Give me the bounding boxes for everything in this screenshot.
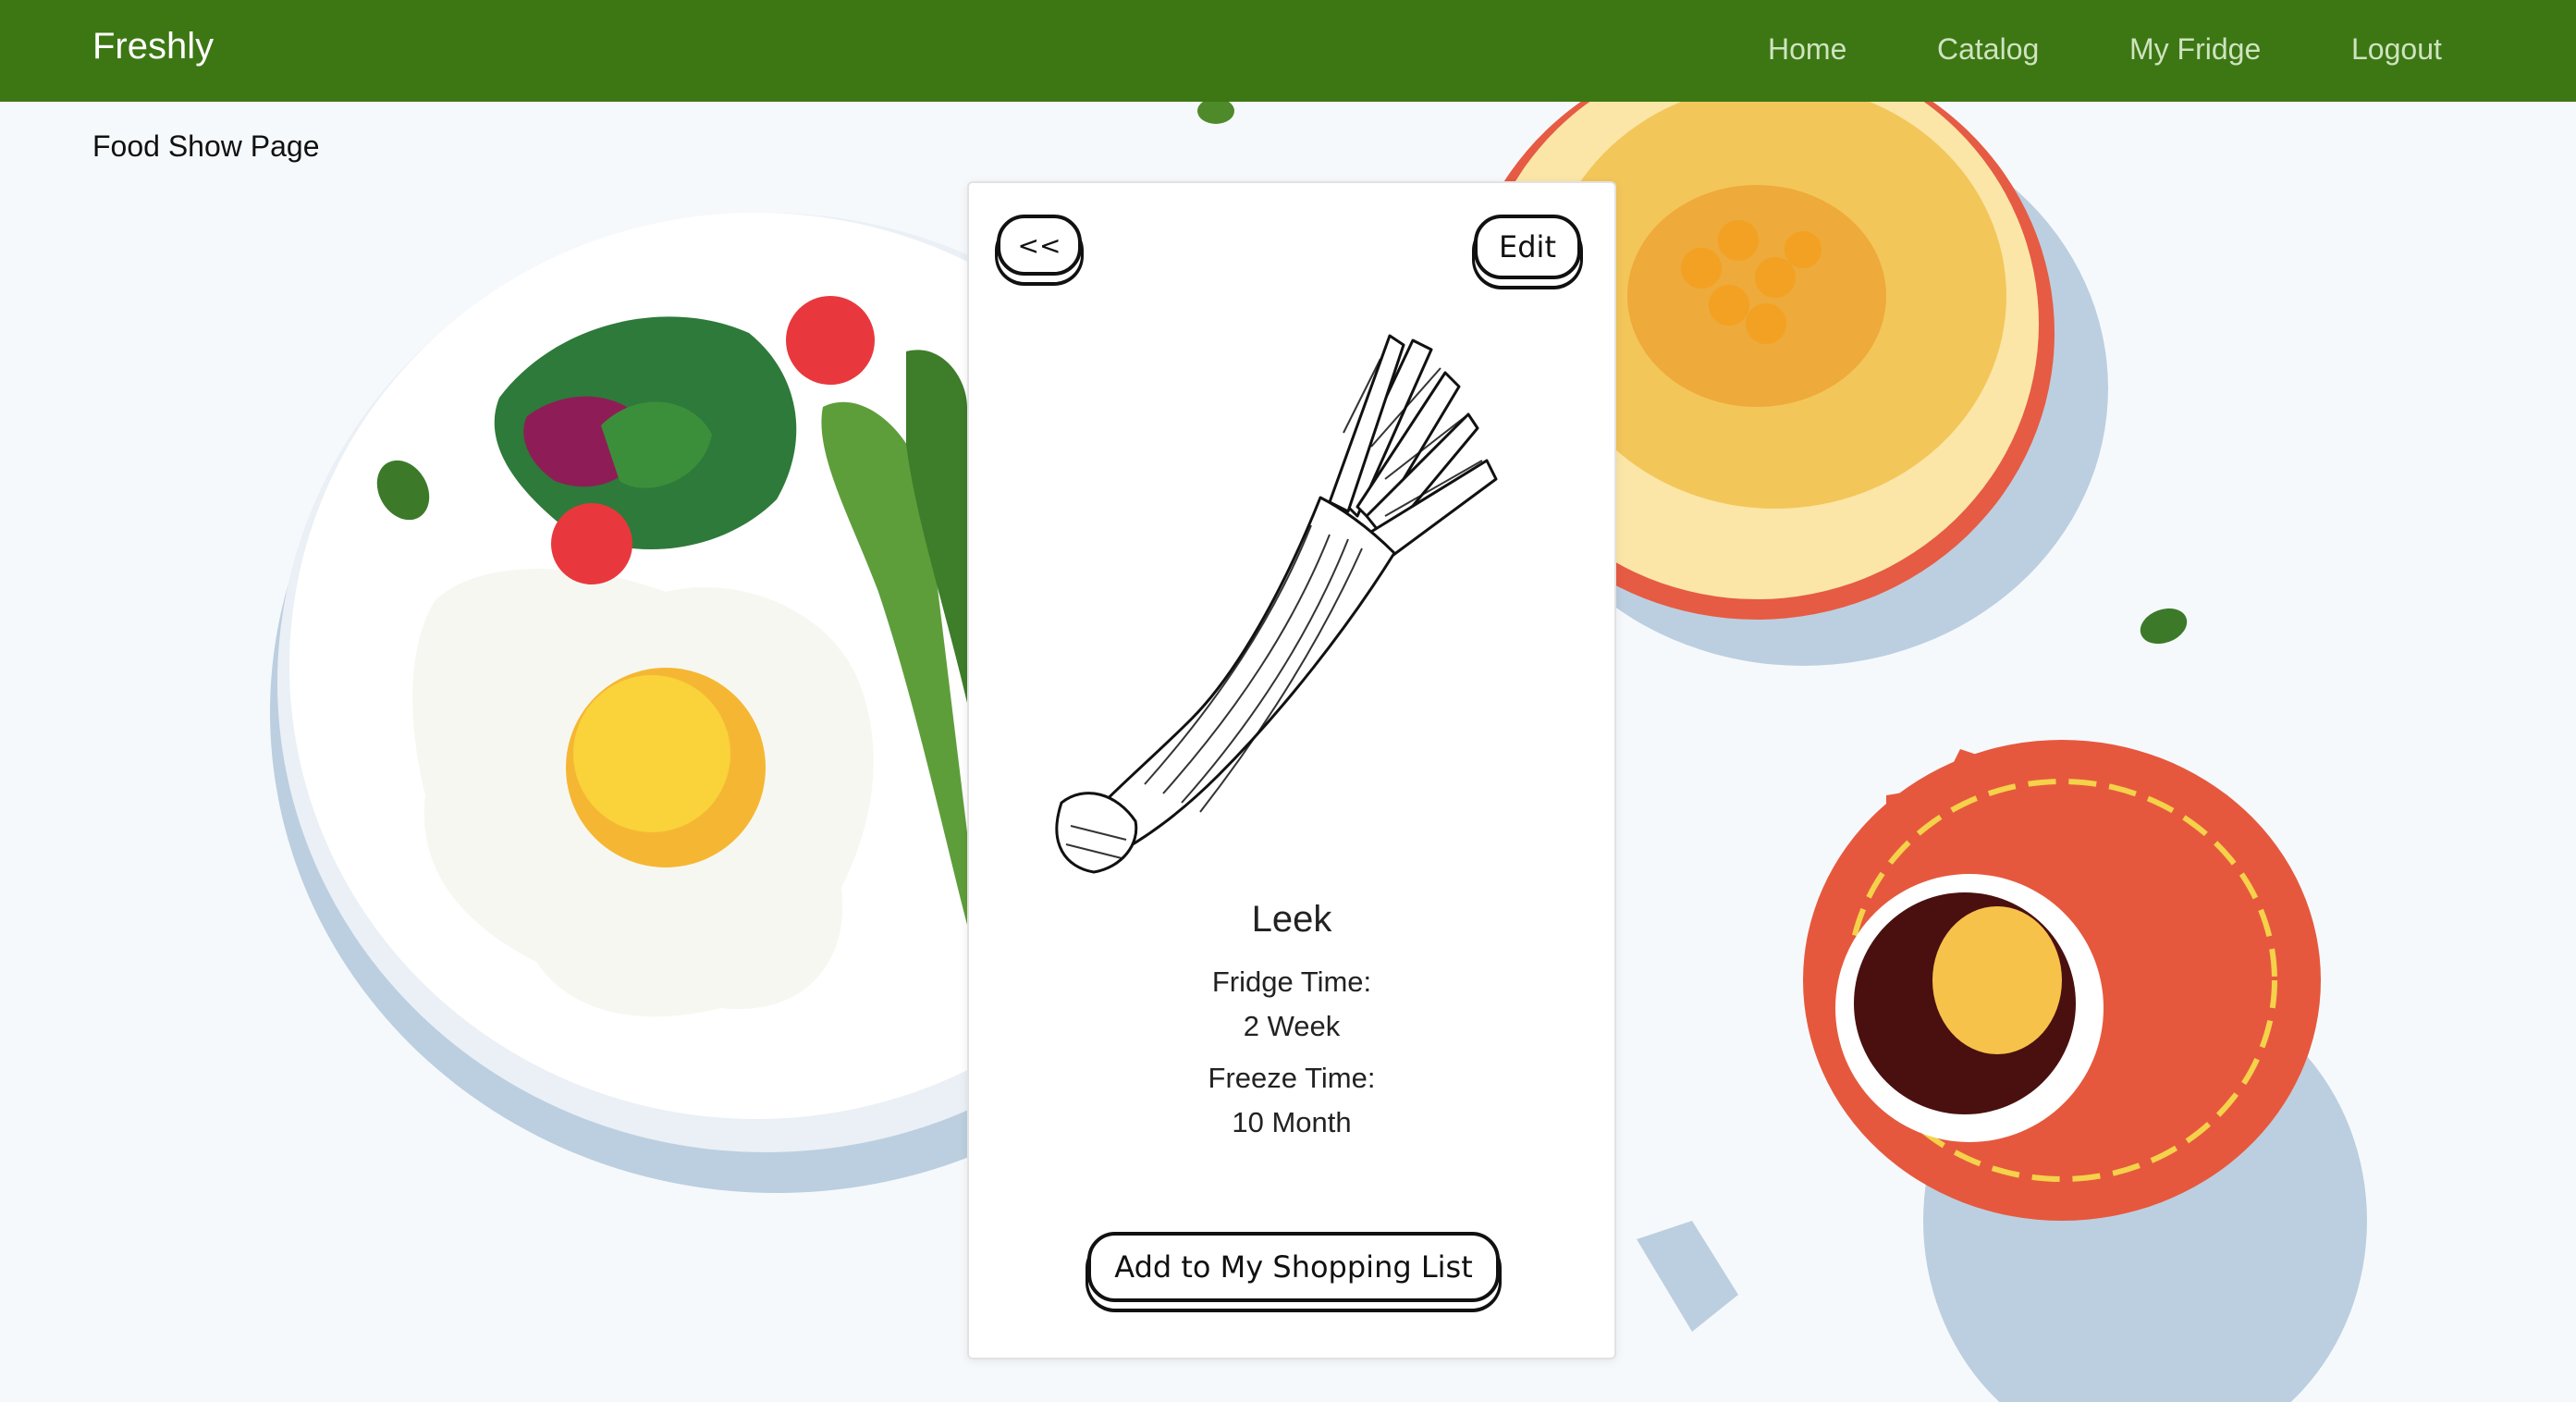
fridge-time-value: 2 Week xyxy=(1243,1010,1341,1042)
nav-home-link[interactable]: Home xyxy=(1768,32,1846,67)
fridge-time-label: Fridge Time: xyxy=(1211,965,1372,998)
navbar: Freshly Home Catalog My Fridge Logout xyxy=(0,0,2576,102)
nav-logout-link[interactable]: Logout xyxy=(2351,32,2442,67)
nav-my-fridge-link[interactable]: My Fridge xyxy=(2129,32,2261,67)
nav-catalog-link[interactable]: Catalog xyxy=(1937,32,2039,67)
coffee-cup-illustration xyxy=(1637,608,2367,1402)
back-button[interactable]: << xyxy=(997,215,1082,276)
food-name: Leek xyxy=(1251,899,1332,940)
edit-button[interactable]: Edit xyxy=(1474,215,1581,279)
add-to-shopping-list-button[interactable]: Add to My Shopping List xyxy=(1087,1232,1500,1302)
page-title: Food Show Page xyxy=(92,129,320,163)
freeze-time-label: Freeze Time: xyxy=(1208,1062,1376,1094)
food-card: << Edit Leek Fridge Time: 2 Week Freeze … xyxy=(967,181,1616,1359)
brand-logo[interactable]: Freshly xyxy=(92,26,214,68)
leek-icon xyxy=(1034,322,1552,877)
freeze-time-value: 10 Month xyxy=(1232,1106,1352,1138)
